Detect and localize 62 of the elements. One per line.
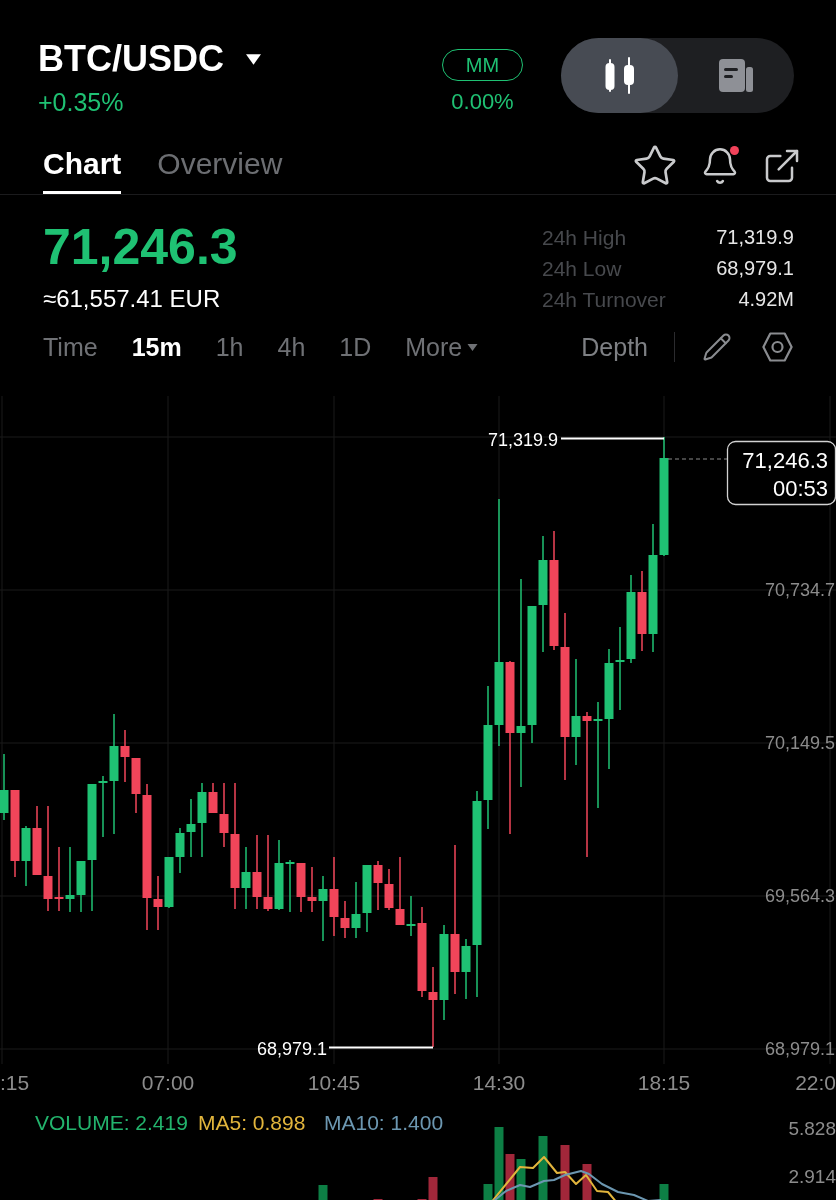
tab[interactable]: Overview bbox=[157, 146, 283, 194]
low-price-label: 68,979.1 bbox=[256, 1039, 327, 1059]
volume-bar bbox=[318, 1185, 328, 1200]
volume-legend-label: MA10: 1.400 bbox=[324, 1110, 444, 1134]
time-axis-label: :15 bbox=[0, 1070, 30, 1094]
last-price: 71,246.3 bbox=[43, 219, 238, 275]
stat-label: 24h Turnover bbox=[542, 287, 666, 313]
volume-axis-label: 5.828 bbox=[788, 1117, 836, 1139]
stat-value: 4.92M bbox=[738, 287, 794, 312]
candle bbox=[285, 860, 295, 912]
time-axis-label: 18:15 bbox=[637, 1070, 691, 1094]
stat-value: 68,979.1 bbox=[716, 256, 794, 281]
candle bbox=[373, 861, 383, 910]
candle bbox=[186, 799, 196, 857]
stat-label: 24h Low bbox=[542, 256, 623, 282]
caret-icon bbox=[467, 343, 479, 351]
pair-selector[interactable]: BTC/USDC bbox=[38, 38, 261, 80]
time-axis-label: 10:45 bbox=[307, 1070, 361, 1094]
time-axis-label: 07:00 bbox=[141, 1070, 195, 1094]
more-menu-button[interactable]: More bbox=[405, 332, 479, 362]
caret-icon bbox=[246, 53, 261, 65]
volume-bar bbox=[560, 1145, 570, 1200]
volume-bar bbox=[538, 1136, 548, 1200]
volume-bar bbox=[659, 1184, 669, 1200]
price-change: +0.35% bbox=[38, 88, 125, 116]
volume-bar bbox=[582, 1164, 592, 1200]
candle bbox=[65, 847, 75, 912]
candlestick-icon bbox=[604, 57, 635, 94]
volume-legend-label: VOLUME: 2.419 bbox=[35, 1110, 188, 1134]
candle bbox=[296, 863, 306, 912]
candle bbox=[274, 840, 284, 910]
volume-axis-label: 2.914 bbox=[788, 1165, 836, 1187]
time-axis-label: 14:30 bbox=[472, 1070, 526, 1094]
pencil-icon[interactable] bbox=[702, 332, 732, 362]
volume-legend-label: MA5: 0.898 bbox=[198, 1110, 306, 1134]
interval-tab[interactable]: 1D bbox=[339, 332, 372, 362]
candle bbox=[0, 754, 9, 820]
price-axis-label: 69,564.3 bbox=[764, 886, 835, 906]
price-axis-label: 68,979.1 bbox=[764, 1039, 835, 1059]
stat-label: 24h High bbox=[542, 225, 628, 251]
interval-tab[interactable]: 1h bbox=[215, 332, 244, 362]
interval-tab[interactable]: 15m bbox=[131, 332, 182, 362]
price-axis-label: 70,734.7 bbox=[764, 580, 835, 600]
converted-price: ≈61,557.41 EUR bbox=[43, 285, 222, 313]
stat-value: 71,319.9 bbox=[716, 225, 794, 250]
mode-value: 0.00% bbox=[451, 89, 514, 115]
settings-icon[interactable] bbox=[762, 332, 793, 362]
last-price-line bbox=[667, 458, 728, 460]
price-tag-value: 71,246.3 bbox=[742, 447, 828, 473]
volume-bar bbox=[516, 1159, 526, 1200]
document-icon bbox=[719, 59, 753, 92]
candle-countdown: 00:53 bbox=[772, 475, 828, 501]
high-price-label: 71,319.9 bbox=[487, 430, 558, 450]
interval-tab[interactable]: 4h bbox=[277, 332, 306, 362]
candle bbox=[175, 828, 185, 873]
tab[interactable]: Chart bbox=[43, 146, 122, 194]
interval-tab[interactable]: Time bbox=[43, 332, 98, 362]
candle bbox=[164, 857, 174, 908]
depth-button[interactable]: Depth bbox=[581, 332, 648, 362]
candle bbox=[362, 865, 372, 932]
time-axis-label: 22:0 bbox=[795, 1070, 836, 1094]
price-axis-label: 70,149.5 bbox=[764, 733, 835, 753]
